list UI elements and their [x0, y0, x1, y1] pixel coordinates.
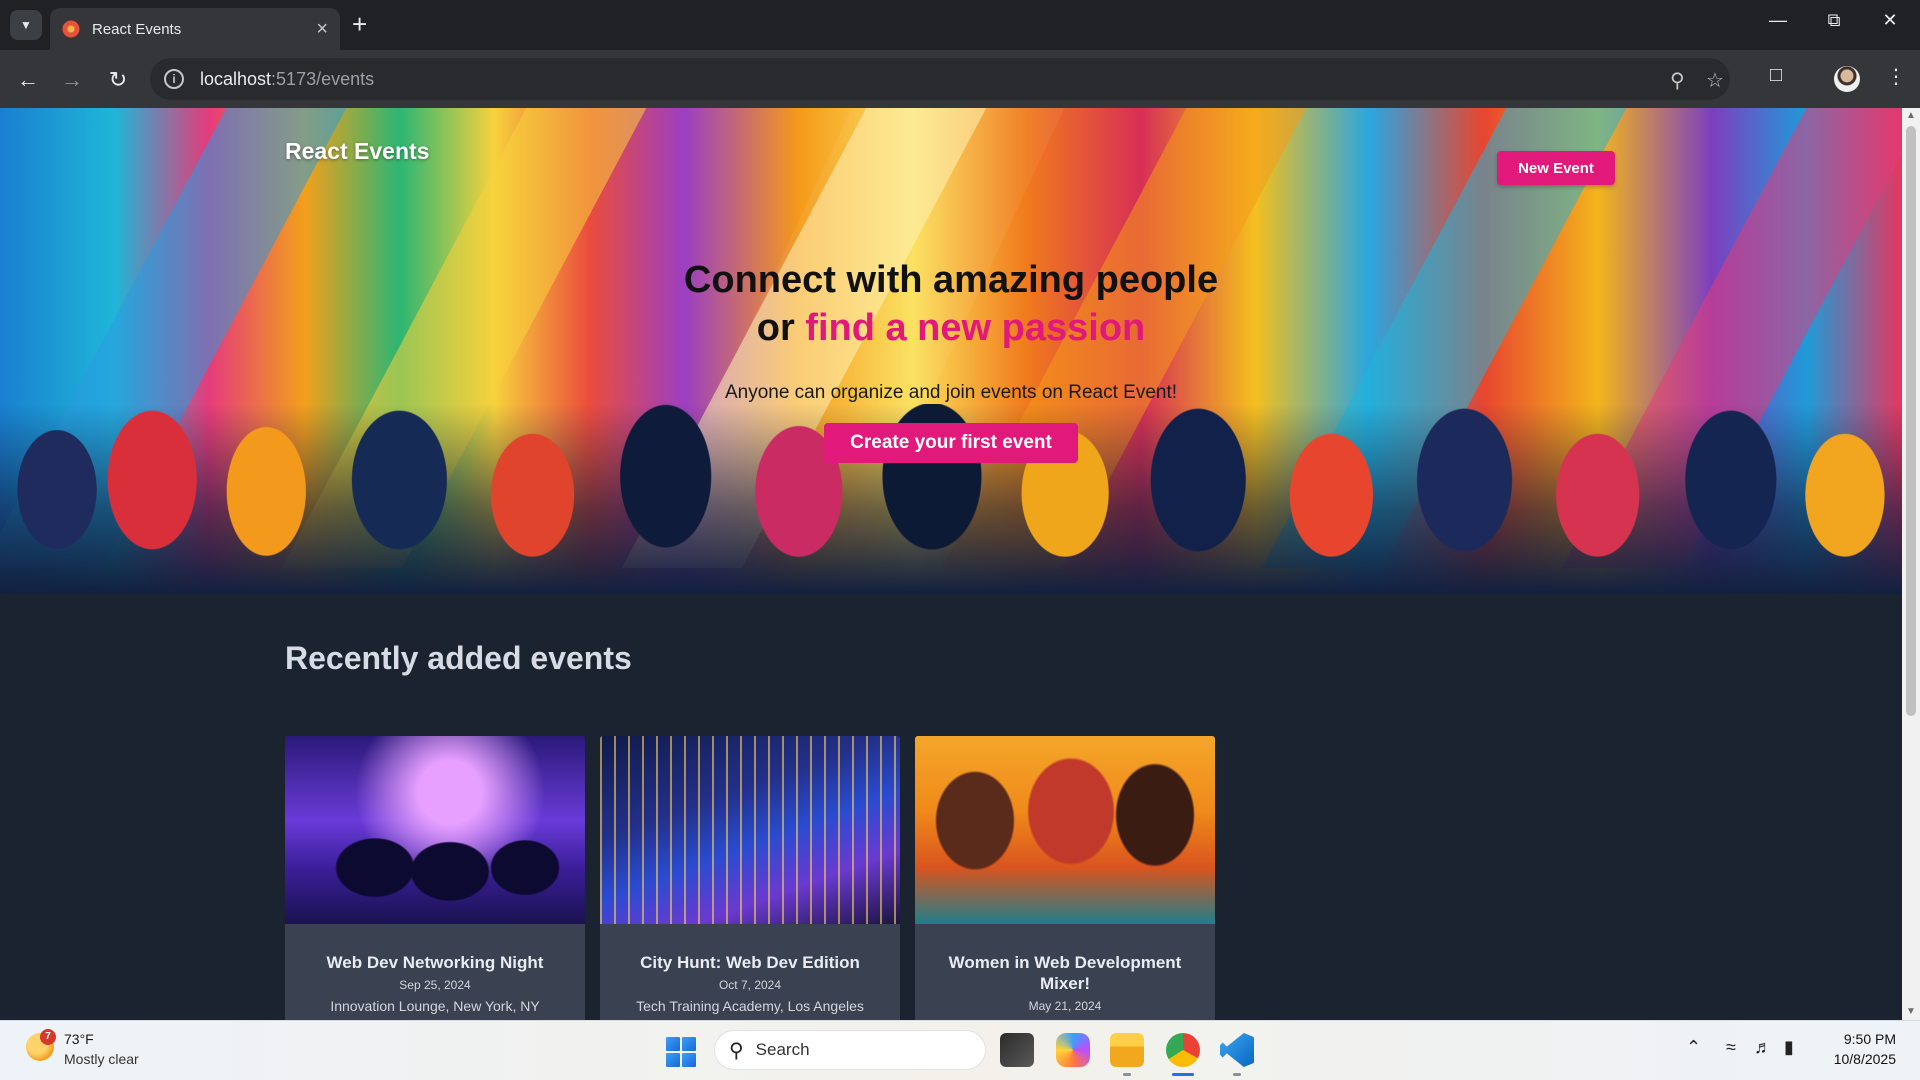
- search-placeholder: Search: [755, 1040, 810, 1059]
- event-date: May 21, 2024: [1028, 999, 1102, 1013]
- task-view-icon[interactable]: [1000, 1033, 1034, 1067]
- bookmark-star-icon[interactable]: ☆: [1706, 68, 1724, 93]
- hero-headline: Connect with amazing people or find a ne…: [0, 256, 1902, 352]
- headline-line1: Connect with amazing people: [683, 259, 1219, 301]
- battery-icon[interactable]: ▮: [1784, 1037, 1794, 1058]
- event-location: Tech Training Academy, Los Angeles: [636, 998, 864, 1014]
- chevron-down-icon: ▼: [20, 18, 32, 32]
- restore-icon[interactable]: ⧉: [1814, 10, 1854, 31]
- back-icon[interactable]: ←: [12, 64, 44, 96]
- event-card[interactable]: Web Dev Networking Night Sep 25, 2024 In…: [285, 736, 585, 1020]
- url-host: localhost: [200, 68, 272, 89]
- event-title: Web Dev Networking Night: [326, 953, 544, 972]
- tray-chevron-up-icon[interactable]: ⌃: [1686, 1037, 1701, 1058]
- address-bar[interactable]: i localhost:5173/events ⚲ ☆: [150, 58, 1730, 100]
- extensions-icon[interactable]: □: [1770, 64, 1782, 87]
- url-path: :5173/events: [271, 68, 375, 89]
- chrome-icon[interactable]: [1166, 1033, 1200, 1067]
- file-explorer-icon[interactable]: [1110, 1033, 1144, 1067]
- new-event-button[interactable]: New Event: [1497, 151, 1615, 185]
- new-tab-button[interactable]: +: [352, 11, 367, 37]
- favicon-icon: [62, 20, 80, 38]
- event-image: [285, 736, 585, 924]
- event-image: [600, 736, 900, 924]
- weather-badge: 7: [40, 1029, 56, 1045]
- headline-line2: or find a new passion: [0, 304, 1902, 352]
- event-title: Women in Web Development Mixer!: [948, 953, 1182, 993]
- app-active-indicator: [1172, 1073, 1194, 1076]
- forward-icon[interactable]: →: [56, 64, 88, 96]
- weather-temperature[interactable]: 73°F: [64, 1031, 94, 1047]
- clock-time[interactable]: 9:50 PM: [1816, 1031, 1896, 1047]
- close-window-icon[interactable]: ✕: [1870, 10, 1910, 31]
- section-title: Recently added events: [285, 640, 632, 676]
- browser-tab[interactable]: React Events ×: [50, 8, 340, 50]
- menu-icon[interactable]: ⋮: [1886, 64, 1906, 89]
- event-card[interactable]: Women in Web Development Mixer! May 21, …: [915, 736, 1215, 1020]
- scroll-up-icon[interactable]: ▲: [1906, 110, 1916, 121]
- event-date: Oct 7, 2024: [718, 978, 782, 992]
- app-running-indicator: [1123, 1073, 1131, 1076]
- browser-toolbar: ← → ↻ i localhost:5173/events ⚲ ☆ □ ⋮: [0, 50, 1920, 108]
- event-location: Innovation Lounge, New York, NY: [330, 998, 540, 1014]
- url-text: localhost:5173/events: [200, 69, 374, 90]
- page-scrollbar[interactable]: ▲ ▼: [1902, 108, 1920, 1020]
- taskbar-search[interactable]: ⚲ Search: [714, 1030, 986, 1070]
- reload-icon[interactable]: ↻: [102, 64, 134, 96]
- page-viewport: React Events New Event Connect with amaz…: [0, 108, 1902, 1020]
- weather-condition[interactable]: Mostly clear: [64, 1051, 139, 1067]
- tab-title: React Events: [92, 20, 182, 38]
- search-icon: ⚲: [729, 1039, 744, 1062]
- event-image: [915, 736, 1215, 924]
- taskbar: 7 73°F Mostly clear ⚲ Search ⌃ ≈ ♬ ▮ 9:5…: [0, 1020, 1920, 1080]
- zoom-icon[interactable]: ⚲: [1670, 68, 1685, 93]
- brand-logo[interactable]: React Events: [285, 138, 429, 165]
- event-title: City Hunt: Web Dev Edition: [640, 953, 860, 972]
- hero-tagline: Anyone can organize and join events on R…: [724, 382, 1178, 403]
- vscode-icon[interactable]: [1220, 1033, 1254, 1067]
- site-info-icon[interactable]: i: [164, 69, 184, 89]
- minimize-icon[interactable]: —: [1758, 10, 1798, 31]
- event-card[interactable]: City Hunt: Web Dev Edition Oct 7, 2024 T…: [600, 736, 900, 1020]
- volume-icon[interactable]: ♬: [1754, 1037, 1772, 1058]
- profile-avatar[interactable]: [1834, 66, 1860, 92]
- headline-or: or: [756, 307, 795, 349]
- browser-tabstrip: ▼ React Events × + — ⧉ ✕: [0, 0, 1920, 50]
- scroll-down-icon[interactable]: ▼: [1906, 1006, 1916, 1017]
- event-date: Sep 25, 2024: [399, 978, 471, 992]
- hero-banner: React Events New Event Connect with amaz…: [0, 108, 1902, 594]
- app-running-indicator: [1233, 1073, 1241, 1076]
- windows-start-icon[interactable]: [666, 1037, 696, 1067]
- scrollbar-thumb[interactable]: [1906, 126, 1916, 716]
- tab-search-button[interactable]: ▼: [10, 10, 42, 40]
- wifi-icon[interactable]: ≈: [1726, 1037, 1736, 1058]
- headline-accent: find a new passion: [805, 307, 1146, 349]
- create-first-event-button[interactable]: Create your first event: [824, 423, 1078, 463]
- close-tab-icon[interactable]: ×: [316, 19, 328, 39]
- clock-date[interactable]: 10/8/2025: [1816, 1051, 1896, 1067]
- copilot-icon[interactable]: [1056, 1033, 1090, 1067]
